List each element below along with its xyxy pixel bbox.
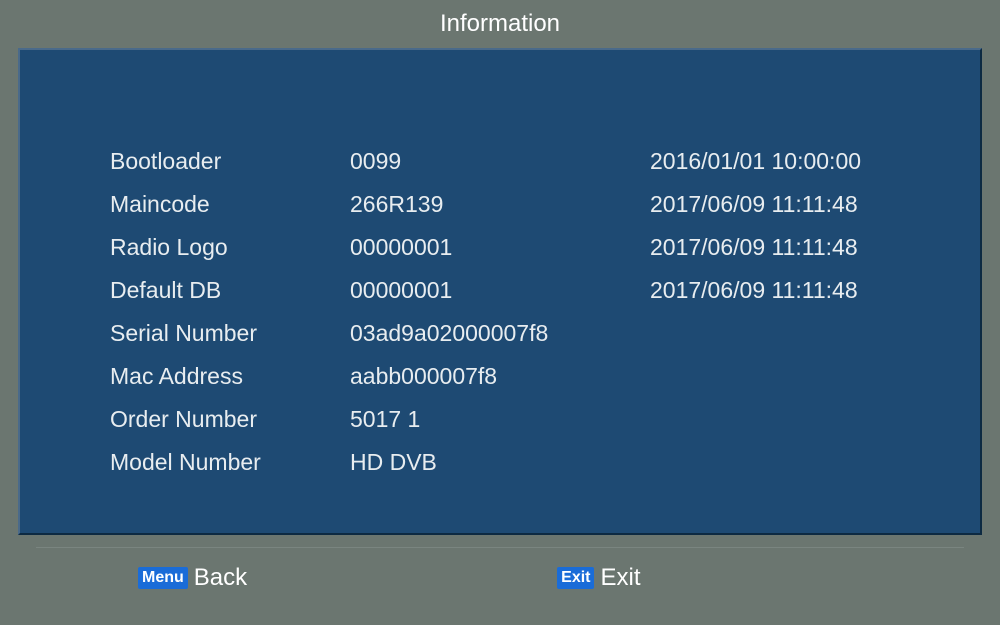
back-button[interactable]: Menu Back (138, 564, 247, 592)
menu-key-badge: Menu (138, 567, 188, 589)
info-row-radio-logo: Radio Logo 00000001 2017/06/09 11:11:48 (110, 226, 910, 269)
info-row-order-number: Order Number 5017 1 (110, 398, 910, 441)
info-value: 03ad9a02000007f8 (350, 320, 650, 347)
info-label: Mac Address (110, 363, 350, 390)
info-label: Model Number (110, 449, 350, 476)
info-label: Maincode (110, 191, 350, 218)
info-value: 266R139 (350, 191, 650, 218)
info-row-model-number: Model Number HD DVB (110, 441, 910, 484)
back-label: Back (194, 564, 247, 592)
info-value: 00000001 (350, 277, 650, 304)
info-label: Order Number (110, 406, 350, 433)
info-date: 2017/06/09 11:11:48 (650, 277, 910, 304)
info-label: Bootloader (110, 148, 350, 175)
info-row-default-db: Default DB 00000001 2017/06/09 11:11:48 (110, 269, 910, 312)
info-label: Serial Number (110, 320, 350, 347)
info-date: 2016/01/01 10:00:00 (650, 148, 910, 175)
info-date: 2017/06/09 11:11:48 (650, 234, 910, 261)
info-label: Radio Logo (110, 234, 350, 261)
title-bar: Information (0, 0, 1000, 48)
info-label: Default DB (110, 277, 350, 304)
exit-label: Exit (600, 564, 640, 592)
info-value: aabb000007f8 (350, 363, 650, 390)
info-value: 00000001 (350, 234, 650, 261)
info-panel: Bootloader 0099 2016/01/01 10:00:00 Main… (18, 48, 982, 535)
info-row-mac-address: Mac Address aabb000007f8 (110, 355, 910, 398)
app-frame: Information Bootloader 0099 2016/01/01 1… (0, 0, 1000, 625)
info-value: 5017 1 (350, 406, 650, 433)
info-row-serial-number: Serial Number 03ad9a02000007f8 (110, 312, 910, 355)
info-value: HD DVB (350, 449, 650, 476)
info-date: 2017/06/09 11:11:48 (650, 191, 910, 218)
content-outer: Bootloader 0099 2016/01/01 10:00:00 Main… (0, 48, 1000, 625)
exit-button[interactable]: Exit Exit (557, 564, 640, 592)
info-value: 0099 (350, 148, 650, 175)
page-title: Information (440, 10, 560, 38)
info-row-bootloader: Bootloader 0099 2016/01/01 10:00:00 (110, 140, 910, 183)
info-row-maincode: Maincode 266R139 2017/06/09 11:11:48 (110, 183, 910, 226)
footer-bar: Menu Back Exit Exit (36, 547, 964, 607)
exit-key-badge: Exit (557, 567, 594, 589)
